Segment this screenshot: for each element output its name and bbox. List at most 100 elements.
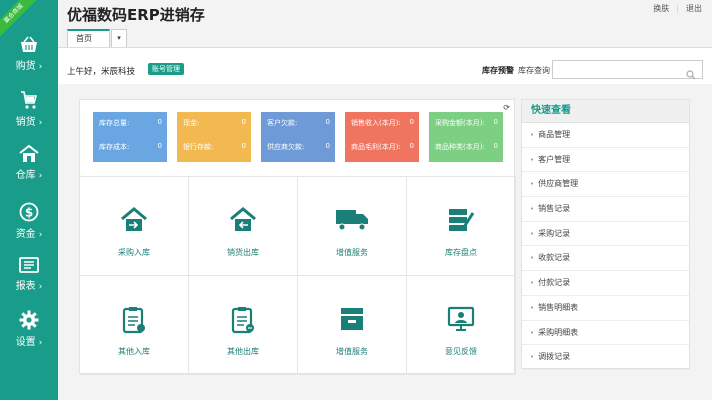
quick-item-products[interactable]: • 商品管理 — [522, 123, 689, 148]
chevron-right-icon: › — [38, 282, 43, 292]
dashboard-panel: ⟳ 库存总量: 0 库存成本: 0 现金: 0 银行存款: 0 客户欠款: 0 供应商欠款… — [79, 99, 516, 375]
app-title: 优福数码ERP进销存 — [67, 6, 205, 24]
summary-card-sales[interactable]: 销售收入(本月): 0 商品毛利(本月): 0 — [345, 112, 419, 162]
grid-item-label: 其他出库 — [227, 347, 259, 356]
grid-item-other-in[interactable]: 其他入库 — [80, 276, 189, 375]
grid-item-label: 意见反馈 — [445, 347, 477, 356]
bullet-icon: • — [530, 131, 535, 139]
summary-card-debts[interactable]: 客户欠款: 0 供应商欠款: 0 — [261, 112, 335, 162]
bullet-icon: • — [530, 353, 535, 362]
grid-item-other-out[interactable]: 其他出库 — [189, 276, 298, 375]
bullet-icon: • — [530, 205, 535, 214]
quick-item-sales-detail[interactable]: • 销售明细表 — [522, 296, 689, 321]
link-separator: | — [676, 4, 679, 13]
summary-card-stock[interactable]: 库存总量: 0 库存成本: 0 — [93, 112, 167, 162]
refresh-icon[interactable]: ⟳ — [503, 103, 510, 112]
sidebar-item-label: 销货 — [15, 117, 36, 128]
card-value: 0 — [493, 142, 498, 150]
quick-item-label: 付款记录 — [538, 278, 571, 288]
search-icon[interactable] — [686, 65, 696, 84]
function-grid: 采购入库 销货出库 增值服务 库存盘点 其他入库 其他出库 增值服务 意见反馈 — [80, 176, 516, 375]
card-label: 银行存款: — [183, 143, 214, 151]
grid-item-purchase-in[interactable]: 采购入库 — [80, 177, 189, 276]
card-value: 0 — [241, 118, 246, 126]
sidebar-item-settings[interactable]: 设置 › — [0, 310, 58, 360]
quick-item-label: 销售记录 — [538, 204, 571, 214]
stock-query-label: 库存查询 — [518, 66, 550, 75]
quick-item-receipts[interactable]: • 收款记录 — [522, 246, 689, 272]
report-icon — [0, 256, 58, 274]
chevron-right-icon: › — [38, 118, 43, 128]
bullet-icon: • — [530, 254, 535, 263]
quick-item-label: 销售明细表 — [538, 302, 579, 312]
quick-item-sales-records[interactable]: • 销售记录 — [522, 197, 689, 222]
card-value: 0 — [325, 118, 330, 126]
grid-item-inventory[interactable]: 库存盘点 — [407, 177, 516, 276]
sidebar-item-sales[interactable]: 销货 › — [0, 90, 58, 140]
sidebar-item-label: 设置 — [15, 337, 36, 348]
account-manage-button[interactable]: 账号管理 — [148, 63, 184, 75]
quick-item-label: 供应商管理 — [538, 179, 579, 189]
card-label: 库存总量: — [99, 119, 130, 127]
tab-bar: 首页 ▾ — [67, 29, 127, 47]
stock-alert-link[interactable]: 库存预警 — [482, 65, 514, 76]
quick-item-transfers[interactable]: • 调拨记录 — [522, 345, 689, 370]
gear-icon — [0, 310, 58, 330]
card-label: 库存成本: — [99, 143, 130, 151]
quick-item-purchase-records[interactable]: • 采购记录 — [522, 222, 689, 247]
quick-item-suppliers[interactable]: • 供应商管理 — [522, 172, 689, 198]
quick-item-label: 采购记录 — [538, 228, 571, 238]
greeting-bar: 上午好，米辰科技 账号管理 库存预警 库存查询 — [58, 47, 712, 84]
grid-item-label: 销货出库 — [227, 248, 259, 257]
grid-item-value-service[interactable]: 增值服务 — [298, 177, 407, 276]
dollar-icon: $ — [0, 202, 58, 222]
sidebar-item-reports[interactable]: 报表 › — [0, 256, 58, 306]
sidebar-item-label: 报表 — [15, 281, 36, 292]
grid-item-label: 库存盘点 — [445, 248, 477, 257]
chevron-right-icon: › — [38, 338, 43, 348]
quick-view-panel: 快速查看 • 商品管理 • 客户管理 • 供应商管理 • 销售记录 • 采购记录 • 收款记… — [521, 99, 690, 370]
card-label: 商品种类(本月): — [435, 143, 485, 151]
grid-item-label: 采购入库 — [118, 248, 150, 257]
logout-link[interactable]: 退出 — [686, 4, 702, 13]
quick-item-label: 调拨记录 — [538, 352, 571, 362]
bullet-icon: • — [530, 328, 535, 337]
quick-item-purchase-detail[interactable]: • 采购明细表 — [522, 321, 689, 346]
grid-item-label: 其他入库 — [118, 347, 150, 356]
grid-item-feedback[interactable]: 意见反馈 — [407, 276, 516, 375]
stock-search-input[interactable] — [552, 60, 703, 79]
sidebar-item-funds[interactable]: $ 资金 › — [0, 202, 58, 252]
bullet-icon: • — [530, 229, 535, 238]
store-ribbon[interactable]: 赢合商城 — [0, 0, 41, 41]
sidebar-item-label: 仓库 — [15, 170, 36, 181]
card-value: 0 — [325, 142, 330, 150]
chevron-right-icon: › — [38, 230, 43, 240]
warehouse-icon — [0, 145, 58, 163]
card-label: 销售收入(本月): — [351, 119, 401, 127]
tab-home[interactable]: 首页 — [67, 29, 110, 47]
card-value: 0 — [157, 142, 162, 150]
grid-item-sales-out[interactable]: 销货出库 — [189, 177, 298, 276]
greeting-text: 上午好，米辰科技 — [67, 67, 136, 77]
grid-item-label: 增值服务 — [336, 347, 368, 356]
quick-item-customers[interactable]: • 客户管理 — [522, 148, 689, 173]
quick-item-label: 采购明细表 — [538, 327, 579, 337]
sidebar-item-purchase[interactable]: 购货 › — [0, 36, 58, 86]
card-value: 0 — [409, 118, 414, 126]
tab-menu-dropdown[interactable]: ▾ — [111, 29, 127, 47]
summary-card-cash[interactable]: 现金: 0 银行存款: 0 — [177, 112, 251, 162]
chevron-right-icon: › — [38, 62, 43, 72]
svg-text:$: $ — [25, 206, 33, 220]
bullet-icon: • — [530, 155, 535, 164]
summary-card-purchase[interactable]: 采购金额(本月): 0 商品种类(本月): 0 — [429, 112, 503, 162]
grid-item-value-service-2[interactable]: 增值服务 — [298, 276, 407, 375]
card-label: 供应商欠款: — [267, 143, 305, 151]
card-value: 0 — [241, 142, 246, 150]
sidebar-item-warehouse[interactable]: 仓库 › — [0, 145, 58, 195]
card-label: 采购金额(本月): — [435, 119, 485, 127]
quick-item-payments[interactable]: • 付款记录 — [522, 271, 689, 296]
switch-link[interactable]: 换肤 — [653, 4, 669, 13]
quick-item-label: 客户管理 — [538, 154, 571, 164]
bullet-icon: • — [530, 279, 535, 288]
basket-icon — [0, 36, 58, 54]
